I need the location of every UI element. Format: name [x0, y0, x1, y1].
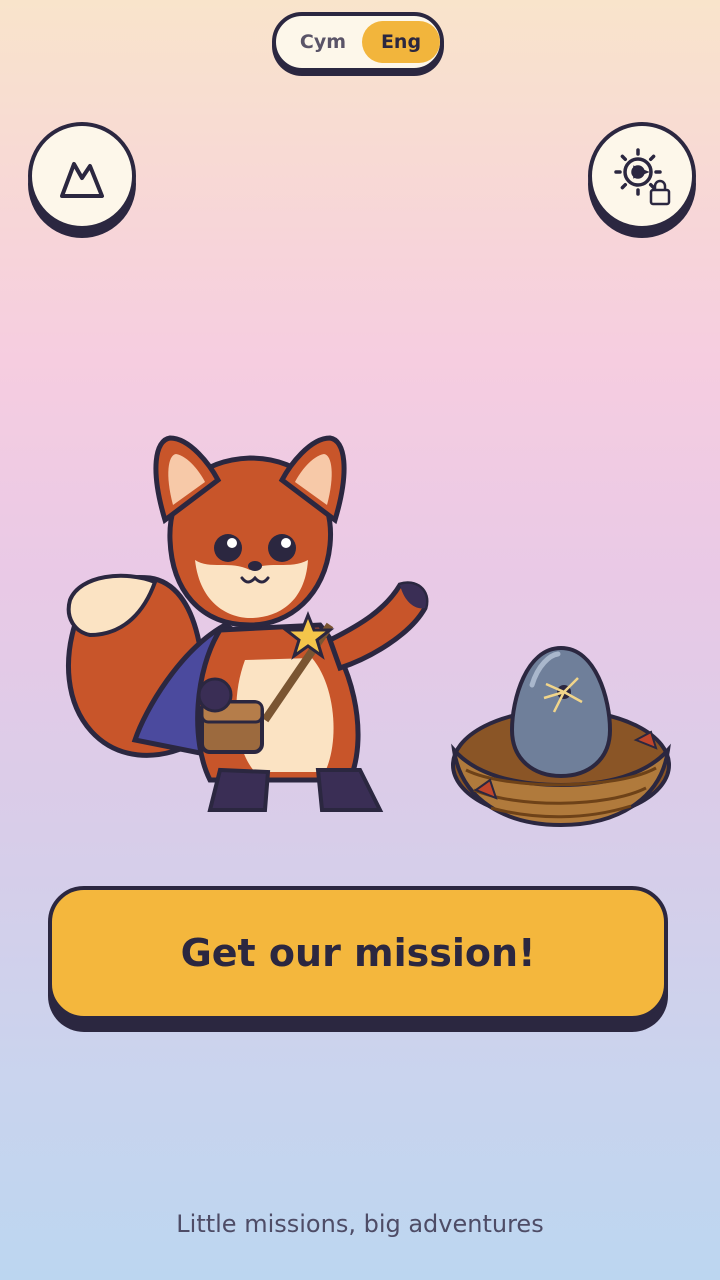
- nest-with-egg-illustration: [451, 645, 671, 828]
- map-button[interactable]: [28, 122, 136, 230]
- get-mission-button[interactable]: Get our mission!: [48, 886, 668, 1020]
- tagline: Little missions, big adventures: [176, 1210, 544, 1238]
- fox-mascot-illustration: [66, 435, 429, 812]
- language-toggle[interactable]: Cym Eng: [272, 12, 444, 72]
- gear-lock-icon: [614, 148, 671, 206]
- language-option-welsh[interactable]: Cym: [284, 21, 362, 63]
- mountain-icon: [60, 162, 104, 198]
- settings-button[interactable]: [588, 122, 696, 230]
- language-option-english[interactable]: Eng: [362, 21, 440, 63]
